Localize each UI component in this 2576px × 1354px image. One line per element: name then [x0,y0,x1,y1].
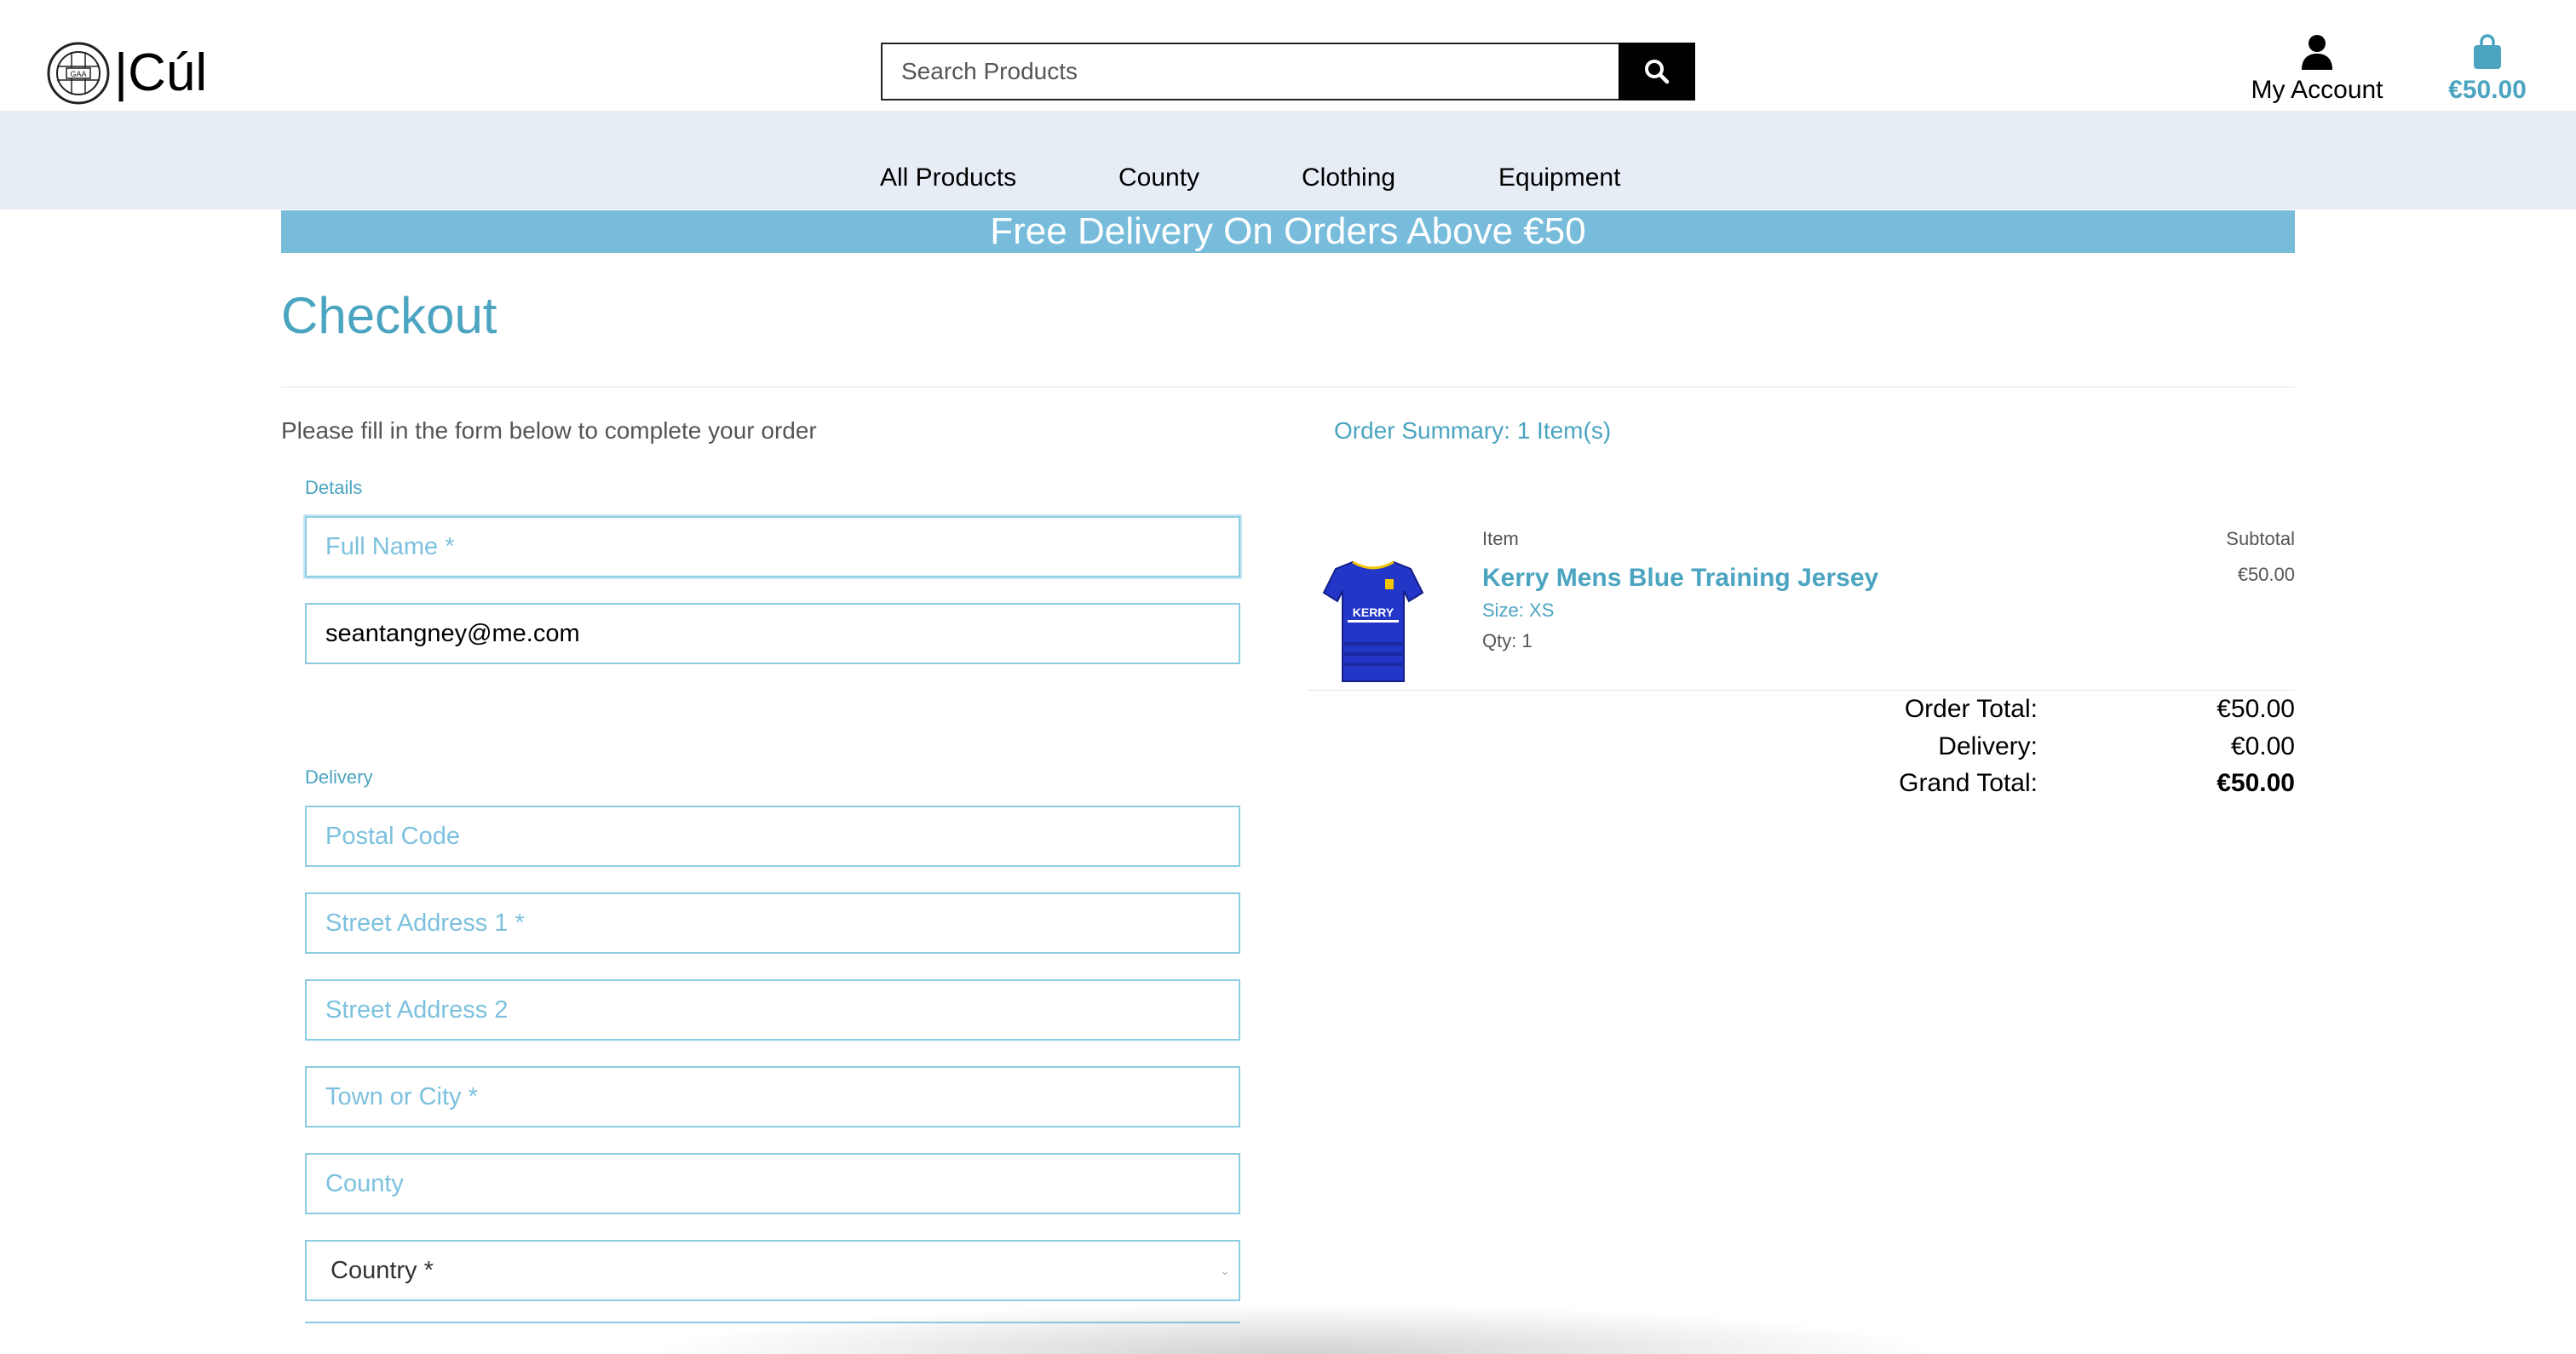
bag-total: €50.00 [2448,76,2527,104]
delivery-cost-label: Delivery: [1938,732,2038,760]
nav-item-clothing[interactable]: Clothing [1302,164,1395,192]
postal-code-field[interactable] [305,806,1240,867]
country-select[interactable]: Country * ⌄ [305,1240,1240,1301]
checkout-instructions: Please fill in the form below to complet… [281,417,817,444]
product-subtotal: €50.00 [2237,564,2295,585]
shopping-bag-icon [2474,34,2501,69]
full-name-field[interactable] [305,516,1240,577]
delivery-cost-value: €0.00 [2230,732,2295,760]
page-title: Checkout [281,287,497,344]
street-address-2-field[interactable] [305,979,1240,1041]
search-input[interactable] [881,43,1619,100]
county-field[interactable] [305,1153,1240,1214]
search-icon [1645,60,1670,84]
user-icon [2302,35,2332,70]
subtotal-column-header: Subtotal [2226,528,2295,549]
nav-item-county[interactable]: County [1118,164,1199,192]
shopping-bag-link[interactable]: €50.00 [2435,34,2540,105]
details-section-label: Details [305,477,363,498]
gaa-ball-icon: GAA [47,42,110,105]
email-field[interactable] [305,603,1240,664]
order-total-label: Order Total: [1904,695,2038,723]
order-total-value: €50.00 [2217,695,2295,723]
my-account-label: My Account [2251,76,2383,104]
grand-total-value: €50.00 [2217,769,2295,797]
site-logo[interactable]: GAA |Cúl [46,41,207,106]
country-select-value: Country * [331,1256,434,1284]
logo-wordmark: |Cúl [114,43,208,102]
order-summary-title: Order Summary: 1 Item(s) [1334,417,1612,444]
chevron-down-icon: ⌄ [1220,1263,1230,1277]
town-or-city-field[interactable] [305,1066,1240,1127]
product-quantity: Qty: 1 [1482,630,1532,651]
site-header: GAA |Cúl My Account €50.00 [0,0,2576,111]
search-bar [881,43,1695,100]
my-account-link[interactable]: My Account [2232,34,2402,105]
grand-total-label: Grand Total: [1899,769,2038,797]
summary-divider [1308,690,2295,691]
jersey-print-text: KERRY [1353,605,1394,619]
main-nav: All Products County Clothing Equipment [0,111,2576,209]
street-address-1-field[interactable] [305,892,1240,954]
window-shadow [647,1303,1942,1354]
free-delivery-banner: Free Delivery On Orders Above €50 [281,210,2295,253]
delivery-section-label: Delivery [305,766,373,788]
svg-text:GAA: GAA [70,70,86,78]
product-size: Size: XS [1482,600,1555,621]
search-button[interactable] [1619,43,1695,100]
nav-item-equipment[interactable]: Equipment [1498,164,1620,192]
product-image[interactable]: KERRY [1319,554,1428,690]
item-column-header: Item [1482,528,1519,549]
product-name-link[interactable]: Kerry Mens Blue Training Jersey [1482,564,1878,593]
nav-item-all-products[interactable]: All Products [880,164,1016,192]
